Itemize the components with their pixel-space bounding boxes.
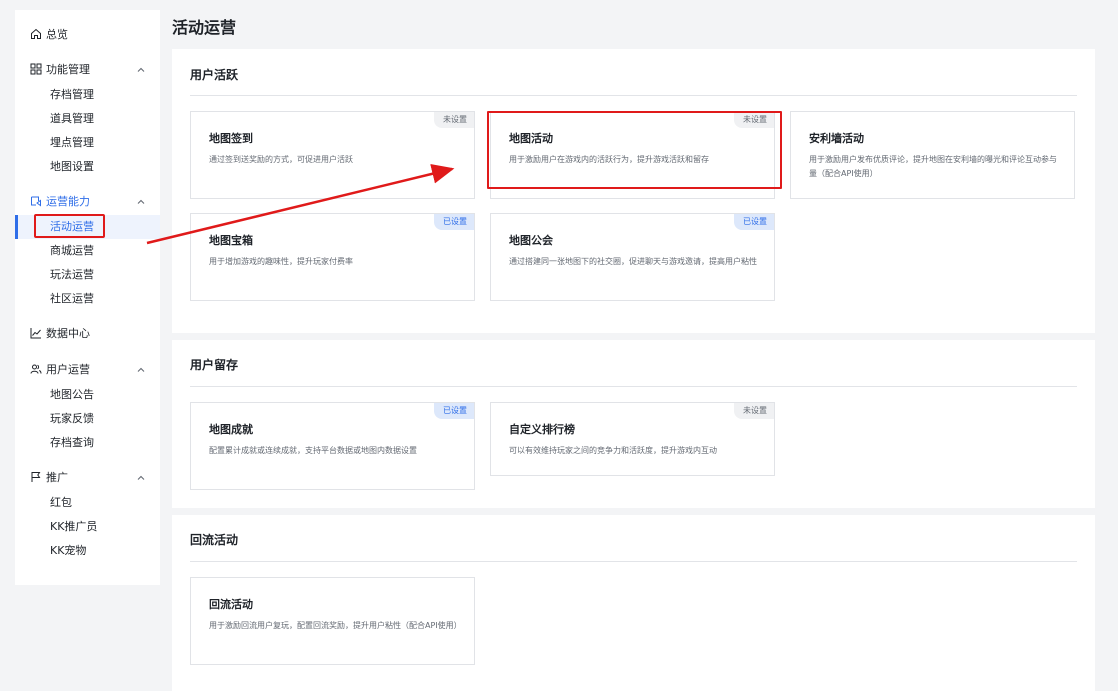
sidebar-item-player-feedback[interactable]: 玩家反馈 [50,412,94,426]
chevron-up-icon[interactable] [136,365,146,375]
annotation-highlight-box [34,214,105,238]
sidebar-item-community-operations[interactable]: 社区运营 [50,292,94,306]
megaphone-box-icon [29,195,42,208]
card-title: 地图公会 [509,234,553,247]
sidebar-group-user-operations[interactable]: 用户运营 [29,361,90,377]
sidebar-item-label: 数据中心 [46,327,90,340]
card-title: 地图宝箱 [209,234,253,247]
sidebar-item-archive-query[interactable]: 存档查询 [50,436,94,450]
page-title: 活动运营 [172,18,237,37]
status-badge: 已设置 [734,214,774,230]
status-badge: 未设置 [434,112,474,128]
card-title: 安利墙活动 [809,132,864,145]
status-badge: 未设置 [734,403,774,419]
sidebar-item-kk-promoter[interactable]: KK推广员 [50,520,97,534]
sidebar-group-feature-management[interactable]: 功能管理 [29,61,90,77]
sidebar-item-data-center[interactable]: 数据中心 [29,325,90,341]
card-title: 回流活动 [209,598,253,611]
card-description: 可以有效维持玩家之间的竞争力和活跃度，提升游戏内互动 [509,446,717,455]
home-icon [29,28,42,41]
card-return-activity[interactable]: 回流活动 用于激励回流用户复玩，配置回流奖励，提升用户粘性（配合API使用） [190,577,475,665]
active-item-indicator [15,215,18,239]
grid-icon [29,63,42,76]
chevron-up-icon[interactable] [136,65,146,75]
card-title: 自定义排行榜 [509,423,575,436]
card-description: 用于增加游戏的趣味性，提升玩家付费率 [209,257,353,266]
card-description: 通过搭建同一张地图下的社交圈，促进聊天与游戏邀请，提高用户粘性 [509,257,757,266]
card-custom-leaderboard[interactable]: 未设置 自定义排行榜 可以有效维持玩家之间的竞争力和活跃度，提升游戏内互动 [490,402,775,476]
section-divider [190,95,1077,96]
chart-line-icon [29,327,42,340]
sidebar: 总览 功能管理 存档管理 道具管理 埋点管理 地图设置 运营能力 活动运营 商城… [15,10,160,585]
section-divider [190,561,1077,562]
status-badge: 已设置 [434,403,474,419]
card-recommend-wall-activity[interactable]: 安利墙活动 用于激励用户发布优质评论，提升地图在安利墙的曝光和评论互动参与量（配… [790,111,1075,199]
chevron-up-icon[interactable] [136,473,146,483]
sidebar-item-map-settings[interactable]: 地图设置 [50,160,94,174]
card-title: 地图成就 [209,423,253,436]
sidebar-item-item-management[interactable]: 道具管理 [50,112,94,126]
sidebar-item-mall-operations[interactable]: 商城运营 [50,244,94,258]
sidebar-item-label: 总览 [46,28,68,41]
card-map-treasure-box[interactable]: 已设置 地图宝箱 用于增加游戏的趣味性，提升玩家付费率 [190,213,475,301]
sidebar-group-operations[interactable]: 运营能力 [29,193,90,209]
section-title: 用户留存 [190,358,239,372]
section-title: 回流活动 [190,533,239,547]
card-description: 用于激励用户发布优质评论，提升地图在安利墙的曝光和评论互动参与量（配合API使用… [809,155,1057,178]
sidebar-item-map-announcement[interactable]: 地图公告 [50,388,94,402]
sidebar-item-overview[interactable]: 总览 [29,26,68,42]
annotation-highlight-rect [487,111,782,189]
section-title: 用户活跃 [190,68,239,82]
sidebar-item-tracking-management[interactable]: 埋点管理 [50,136,94,150]
sidebar-item-gameplay-operations[interactable]: 玩法运营 [50,268,94,282]
sidebar-item-red-packet[interactable]: 红包 [50,496,72,510]
card-description: 通过签到送奖励的方式，可促进用户活跃 [209,155,353,164]
sidebar-item-kk-pet[interactable]: KK宠物 [50,544,86,558]
users-icon [29,363,42,376]
card-title: 地图签到 [209,132,253,145]
sidebar-group-label: 推广 [46,471,68,484]
chevron-up-icon[interactable] [136,197,146,207]
sidebar-group-promotion[interactable]: 推广 [29,469,68,485]
flag-icon [29,471,42,484]
card-map-achievement[interactable]: 已设置 地图成就 配置累计成就或连续成就，支持平台数据或地图内数据设置 [190,402,475,490]
status-badge: 已设置 [434,214,474,230]
sidebar-group-label: 功能管理 [46,63,90,76]
card-map-guild[interactable]: 已设置 地图公会 通过搭建同一张地图下的社交圈，促进聊天与游戏邀请，提高用户粘性 [490,213,775,301]
card-description: 用于激励回流用户复玩，配置回流奖励，提升用户粘性（配合API使用） [209,621,462,630]
sidebar-item-archive-management[interactable]: 存档管理 [50,88,94,102]
section-divider [190,386,1077,387]
sidebar-group-label: 用户运营 [46,363,90,376]
card-description: 配置累计成就或连续成就，支持平台数据或地图内数据设置 [209,446,417,455]
card-map-checkin[interactable]: 未设置 地图签到 通过签到送奖励的方式，可促进用户活跃 [190,111,475,199]
sidebar-group-label: 运营能力 [46,195,90,208]
